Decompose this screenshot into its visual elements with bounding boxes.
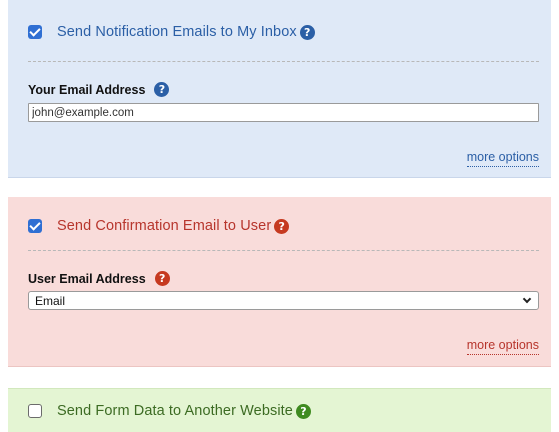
notification-email-title[interactable]: Send Notification Emails to My Inbox bbox=[57, 24, 297, 40]
webhook-help-icon[interactable]: ? bbox=[295, 403, 311, 419]
user-email-label-row: User Email Address ? bbox=[28, 271, 170, 286]
notification-email-panel: Send Notification Emails to My Inbox ? Y… bbox=[8, 0, 551, 178]
notification-email-checkbox[interactable] bbox=[28, 25, 42, 39]
user-email-select[interactable]: Email bbox=[28, 291, 539, 310]
webhook-checkbox[interactable] bbox=[28, 404, 42, 418]
confirmation-divider bbox=[28, 250, 539, 251]
webhook-panel: Send Form Data to Another Website ? bbox=[8, 388, 551, 432]
your-email-label-row: Your Email Address ? bbox=[28, 82, 170, 97]
your-email-label: Your Email Address bbox=[28, 82, 146, 97]
webhook-title[interactable]: Send Form Data to Another Website bbox=[57, 403, 293, 419]
notification-help-icon[interactable]: ? bbox=[299, 24, 315, 40]
confirmation-email-title[interactable]: Send Confirmation Email to User bbox=[57, 218, 271, 234]
your-email-input[interactable] bbox=[28, 103, 539, 122]
user-email-select-value: Email bbox=[35, 293, 66, 308]
webhook-header: Send Form Data to Another Website ? bbox=[28, 403, 311, 419]
your-email-help-icon[interactable]: ? bbox=[154, 82, 170, 97]
confirmation-email-panel: Send Confirmation Email to User ? User E… bbox=[8, 197, 551, 367]
confirmation-email-checkbox[interactable] bbox=[28, 219, 42, 233]
notification-more-options-link[interactable]: more options bbox=[466, 150, 539, 167]
confirmation-more-options-link[interactable]: more options bbox=[466, 338, 539, 355]
notification-divider bbox=[28, 61, 539, 62]
user-email-help-icon[interactable]: ? bbox=[154, 271, 170, 286]
notification-email-header: Send Notification Emails to My Inbox ? bbox=[28, 24, 315, 40]
chevron-down-icon bbox=[522, 294, 532, 304]
confirmation-help-icon[interactable]: ? bbox=[274, 218, 290, 234]
user-email-label: User Email Address bbox=[28, 271, 146, 286]
confirmation-email-header: Send Confirmation Email to User ? bbox=[28, 218, 290, 234]
